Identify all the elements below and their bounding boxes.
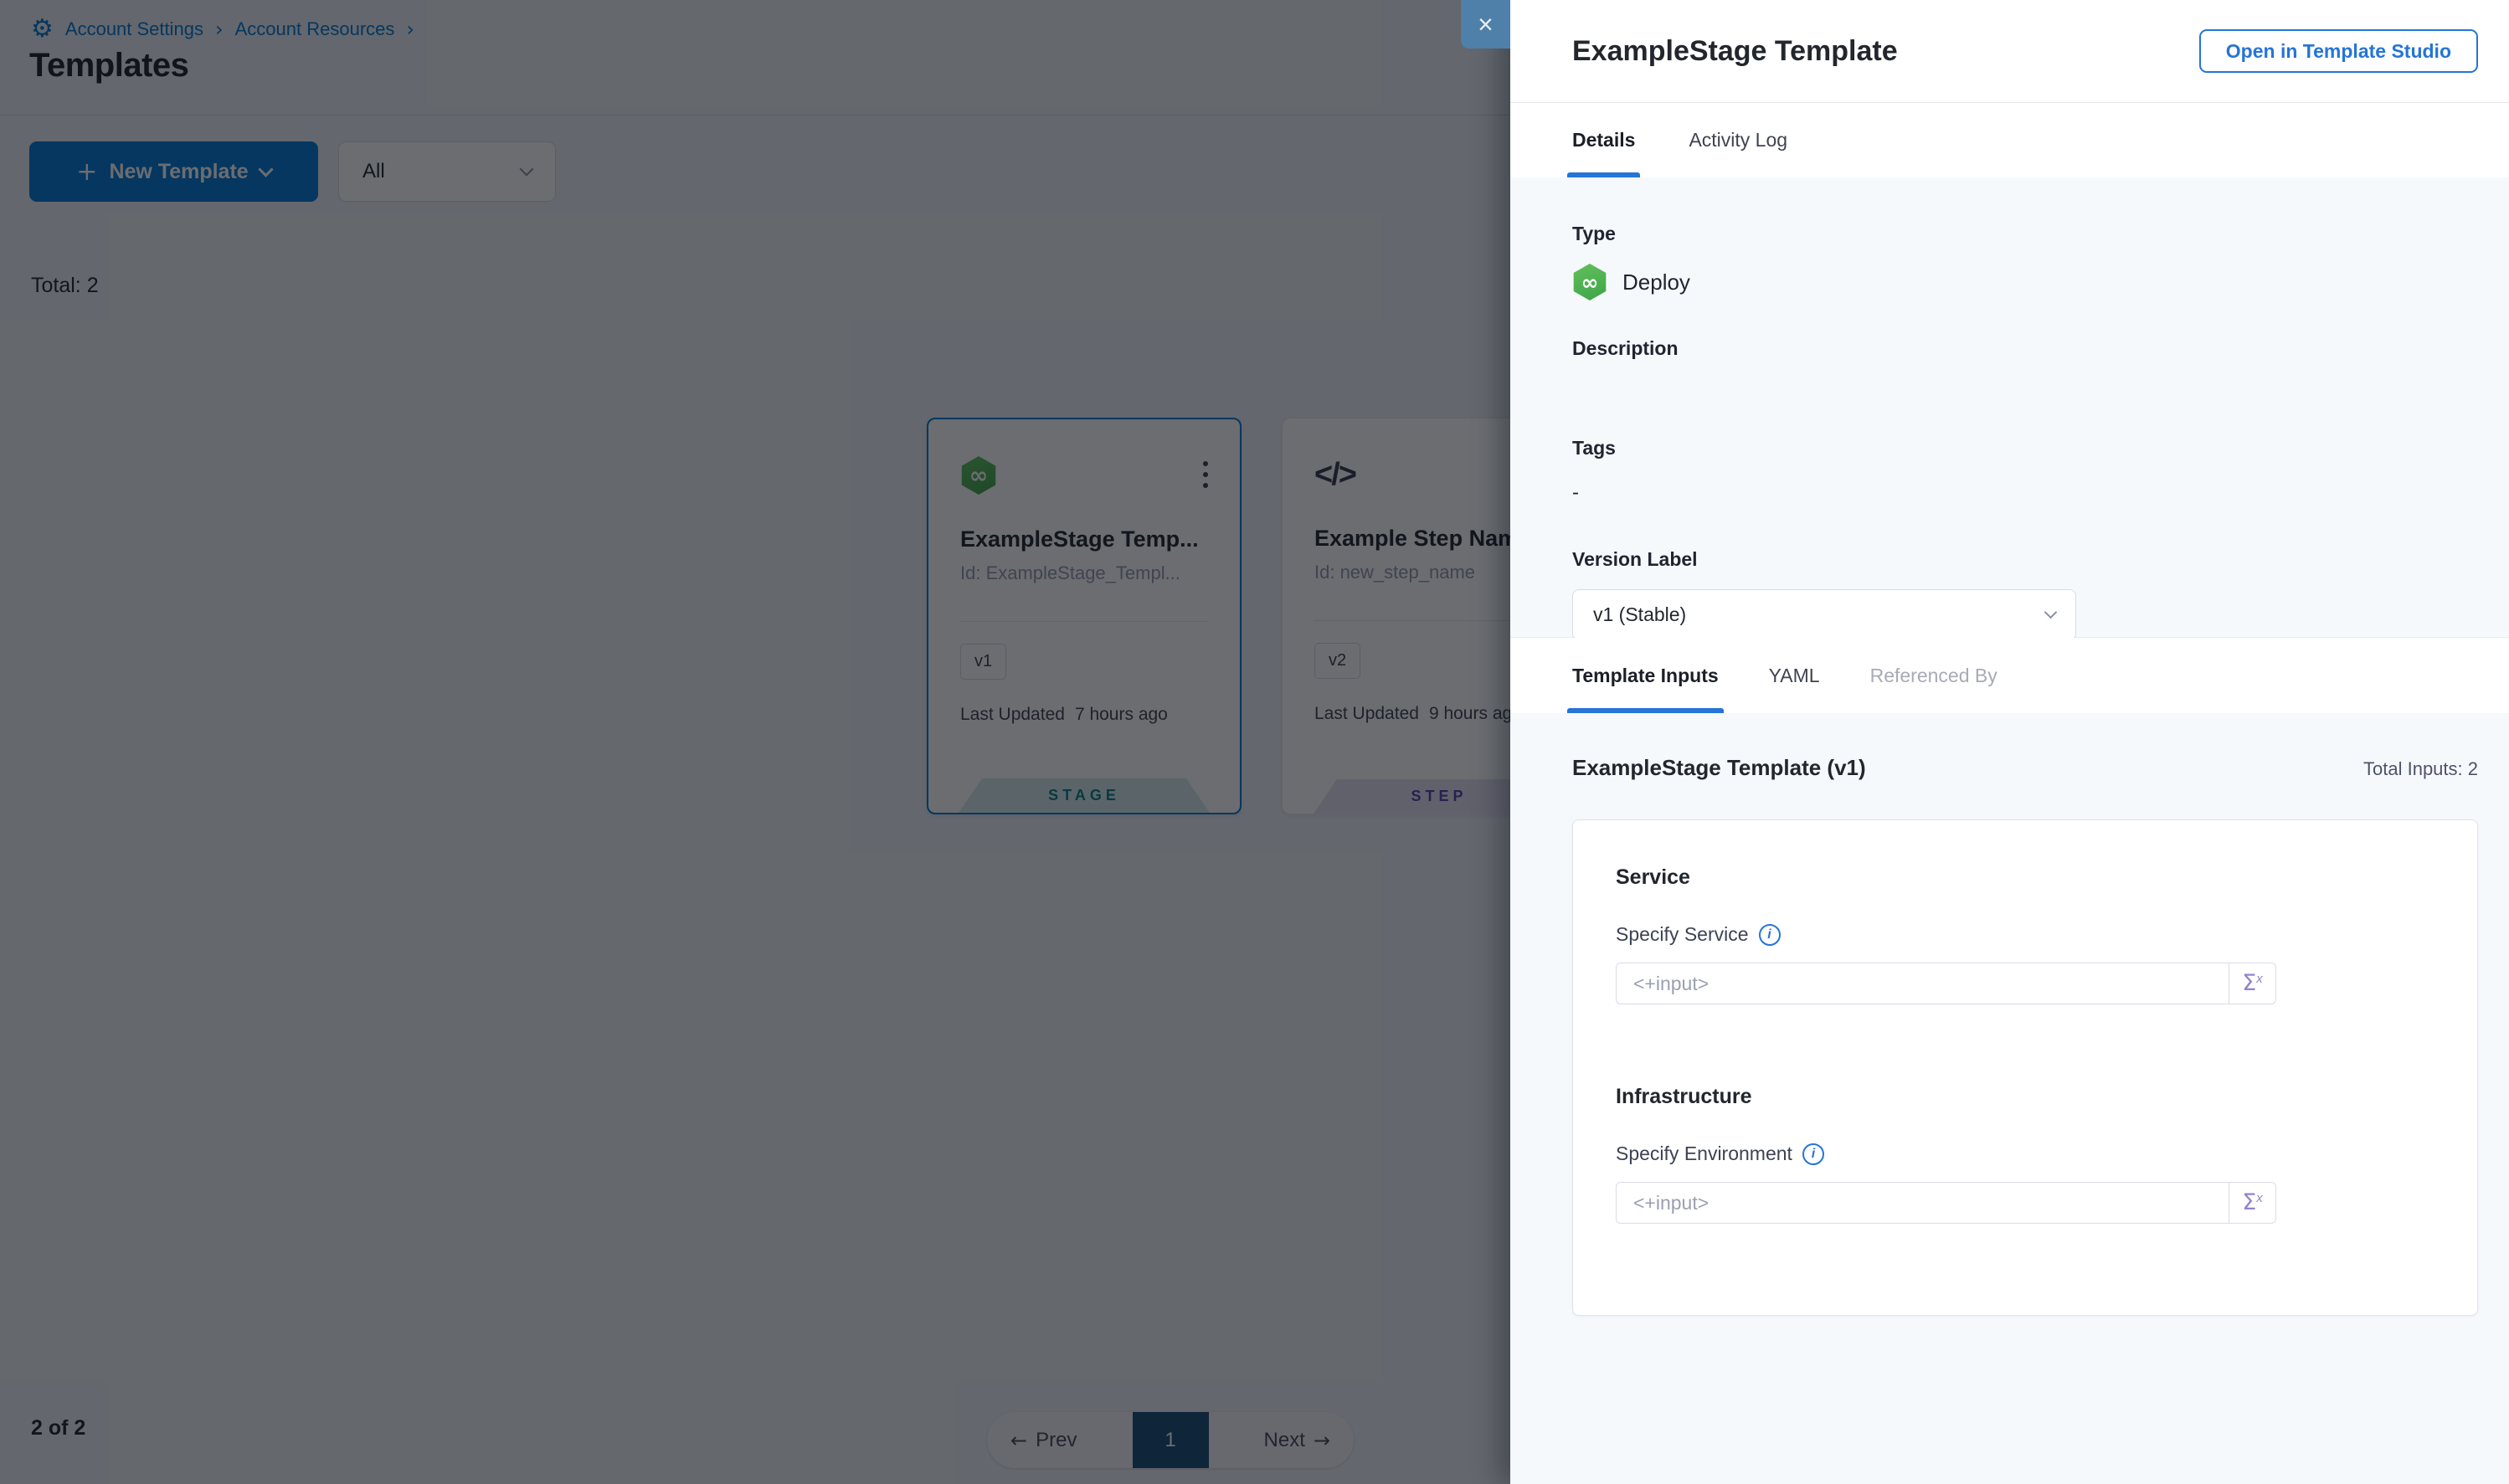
- expression-toggle-icon[interactable]: Σx: [2229, 963, 2276, 1004]
- service-input-row: Σx: [1616, 963, 2276, 1004]
- tags-value: -: [1572, 481, 2447, 505]
- inputs-heading-row: ExampleStage Template (v1) Total Inputs:…: [1572, 755, 2478, 781]
- tab-template-inputs[interactable]: Template Inputs: [1572, 638, 1719, 713]
- tab-referenced-by: Referenced By: [1870, 638, 1997, 713]
- environment-input[interactable]: [1616, 1182, 2229, 1224]
- specify-environment-label: Specify Environment: [1616, 1143, 1792, 1165]
- info-icon[interactable]: i: [1759, 924, 1781, 946]
- close-drawer-button[interactable]: ×: [1461, 0, 1510, 49]
- inputs-total: Total Inputs: 2: [2363, 758, 2478, 780]
- details-section: Type ∞ Deploy Description Tags - Version…: [1510, 177, 2509, 638]
- sigma-glyph: Σ: [2242, 970, 2256, 996]
- version-select[interactable]: v1 (Stable): [1572, 589, 2076, 640]
- version-label: Version Label: [1572, 548, 2447, 571]
- service-input[interactable]: [1616, 963, 2229, 1004]
- info-icon[interactable]: i: [1802, 1143, 1824, 1165]
- template-inputs-section: ExampleStage Template (v1) Total Inputs:…: [1510, 713, 2509, 1484]
- specify-environment-label-row: Specify Environment i: [1616, 1143, 2434, 1165]
- infrastructure-section-title: Infrastructure: [1616, 1085, 2434, 1109]
- type-value: Deploy: [1622, 270, 1690, 295]
- inputs-card: Service Specify Service i Σx Infrastruct…: [1572, 819, 2478, 1316]
- sigma-sup: x: [2256, 1191, 2263, 1205]
- inputs-heading: ExampleStage Template (v1): [1572, 755, 1866, 781]
- drawer-header: ExampleStage Template Open in Template S…: [1510, 0, 2509, 102]
- environment-input-row: Σx: [1616, 1182, 2276, 1224]
- specify-service-label: Specify Service: [1616, 923, 1749, 946]
- tab-details[interactable]: Details: [1572, 103, 1635, 177]
- cd-deploy-icon: ∞: [1572, 264, 1607, 300]
- chevron-down-icon: [2044, 606, 2058, 619]
- tags-label: Tags: [1572, 437, 2447, 460]
- service-section-title: Service: [1616, 865, 2434, 890]
- version-select-value: v1 (Stable): [1593, 603, 1686, 626]
- drawer-title: ExampleStage Template: [1572, 35, 1898, 68]
- expression-toggle-icon[interactable]: Σx: [2229, 1182, 2276, 1224]
- specify-service-label-row: Specify Service i: [1616, 923, 2434, 946]
- inputs-tabs: Template Inputs YAML Referenced By: [1510, 638, 2509, 713]
- template-details-drawer: ExampleStage Template Open in Template S…: [1510, 0, 2509, 1484]
- sigma-glyph: Σ: [2242, 1189, 2256, 1215]
- sigma-sup: x: [2256, 972, 2263, 986]
- open-template-studio-button[interactable]: Open in Template Studio: [2199, 29, 2478, 73]
- type-label: Type: [1572, 223, 2447, 245]
- description-label: Description: [1572, 337, 2447, 360]
- modal-dim-overlay[interactable]: [0, 0, 1510, 1484]
- tab-yaml[interactable]: YAML: [1769, 638, 1820, 713]
- tab-activity-log[interactable]: Activity Log: [1689, 103, 1787, 177]
- type-value-row: ∞ Deploy: [1572, 264, 2447, 300]
- drawer-tabs: Details Activity Log: [1510, 102, 2509, 177]
